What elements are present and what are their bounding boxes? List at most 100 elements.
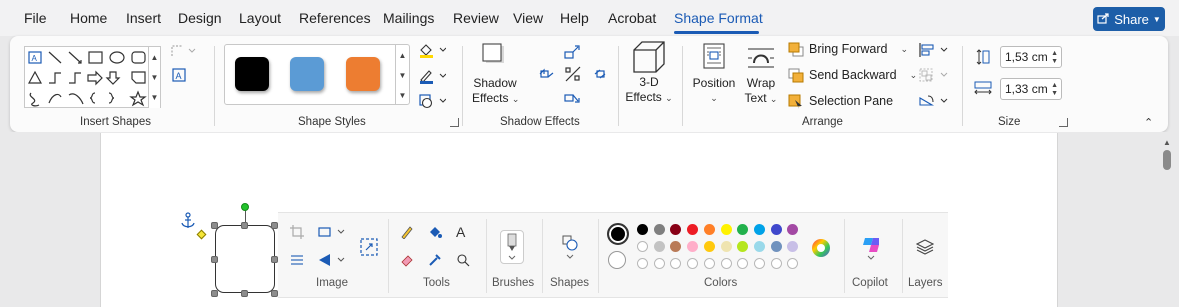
shape-fill-icon[interactable] [418,42,447,61]
colors-group-label: Colors [704,277,738,289]
separator [462,46,463,126]
resize-handle-top-right[interactable] [271,222,278,229]
shapes-group-label: Shapes [550,277,590,289]
active-tab-indicator [674,31,759,34]
share-icon [1097,12,1110,27]
styles-scroll-up[interactable]: ▲ [395,45,409,65]
bring-forward-button[interactable]: Bring Forward ⌄ [788,42,908,57]
wrap-text-icon [747,47,775,72]
menu-shape-format[interactable]: Shape Format [674,10,763,26]
palette-color [753,224,765,235]
style-swatch-black[interactable] [235,57,269,91]
layers-icon [915,238,935,259]
style-swatch-orange[interactable] [346,57,380,91]
selection-pane-button[interactable]: Selection Pane [788,94,893,109]
shape-outline-icon[interactable] [418,68,447,87]
menu-home[interactable]: Home [70,10,107,26]
styles-scroll-down[interactable]: ▼ [395,65,409,85]
group-icon[interactable] [918,67,950,86]
shadow-effects-line1: Shadow [473,76,517,90]
separator [598,219,599,293]
copilot-group-label: Copilot [852,277,888,289]
shapes-more[interactable]: ▼ [148,87,160,108]
menu-review[interactable]: Review [453,10,499,26]
palette-color [787,241,799,252]
shapes-gallery[interactable]: A ▲ ▼ ▼ [24,46,161,108]
text-tool-icon: A [456,224,466,240]
shadow-effects-button[interactable]: Shadow Effects ⌄ [472,76,519,107]
chevron-down-icon: ⌄ [900,44,909,54]
ribbon: A ▲ ▼ ▼ A Insert Shapes ▲ ▼ ▼ Shape Styl… [10,36,1168,132]
shape-effects-icon[interactable] [418,93,447,112]
spin-down-icon[interactable]: ▼ [1051,58,1058,66]
position-button[interactable]: Position ⌄ [690,76,738,106]
rotate-icon[interactable] [918,93,950,112]
selected-rounded-rectangle[interactable] [215,225,275,293]
crop-icon [290,225,304,242]
send-backward-button[interactable]: Send Backward ⌄ [788,68,917,83]
palette-custom-slot [703,258,715,269]
shapes-scroll-up[interactable]: ▲ [148,47,160,67]
palette-color [770,241,782,252]
menu-insert[interactable]: Insert [126,10,161,26]
resize-handle-top[interactable] [241,222,248,229]
position-label: Position [692,76,736,90]
palette-color [670,224,682,235]
shapes-icon [562,235,578,264]
menu-mailings[interactable]: Mailings [383,10,434,26]
shape-styles-gallery[interactable]: ▲ ▼ ▼ [224,44,410,105]
palette-color [687,224,699,235]
separator [962,46,963,126]
insert-shapes-label: Insert Shapes [80,116,151,128]
separator [214,46,215,126]
menu-layout[interactable]: Layout [239,10,281,26]
shapes-scroll-down[interactable]: ▼ [148,67,160,87]
palette-color [703,241,715,252]
eraser-icon [400,253,414,270]
spin-down-icon[interactable]: ▼ [1051,90,1058,98]
resize-handle-top-left[interactable] [211,222,218,229]
scroll-up-icon[interactable]: ▲ [1163,138,1171,147]
menu-design[interactable]: Design [178,10,222,26]
shape-height-field[interactable]: 1,53 cm ▲ ▼ [1000,46,1062,68]
resize-handle-bottom-right[interactable] [271,290,278,297]
menu-help[interactable]: Help [560,10,589,26]
shape-width-field[interactable]: 1,33 cm ▲ ▼ [1000,78,1062,100]
resize-handle-bottom-left[interactable] [211,290,218,297]
style-swatch-blue[interactable] [290,57,324,91]
styles-more[interactable]: ▼ [395,85,409,105]
svg-text:A: A [176,71,182,81]
wrap-text-button[interactable]: Wrap Text ⌄ [744,76,778,107]
tools-group-label: Tools [423,277,450,289]
palette-color [687,241,699,252]
spin-up-icon[interactable]: ▲ [1051,50,1058,58]
shape-styles-launcher-icon[interactable] [450,118,459,127]
chevron-down-icon: ⌄ [769,94,778,104]
send-backward-label: Send Backward [809,68,897,82]
text-box-icon[interactable]: A [172,68,186,85]
rotation-handle[interactable] [241,203,249,211]
selection-pane-icon [788,94,802,109]
palette-color [737,224,749,235]
scrollbar-thumb[interactable] [1163,150,1171,170]
collapse-ribbon-icon[interactable]: ⌃ [1144,116,1153,129]
shadow-nudge-icons[interactable] [538,41,608,110]
align-icon[interactable] [918,42,950,61]
separator [542,219,543,293]
menu-view[interactable]: View [513,10,543,26]
resize-handle-right[interactable] [271,256,278,263]
separator [844,219,845,293]
share-button[interactable]: Share ▼ [1093,7,1165,31]
height-icon [976,49,990,68]
resize-handle-bottom[interactable] [241,290,248,297]
size-launcher-icon[interactable] [1059,118,1068,127]
palette-color [637,241,648,252]
menu-references[interactable]: References [299,10,371,26]
menu-file[interactable]: File [24,10,47,26]
edit-shape-icon[interactable] [170,44,196,61]
spin-up-icon[interactable]: ▲ [1051,82,1058,90]
resize-handle-left[interactable] [211,256,218,263]
3d-effects-button[interactable]: 3-D Effects ⌄ [624,75,674,106]
menu-acrobat[interactable]: Acrobat [608,10,656,26]
palette-custom-slot [770,258,782,269]
